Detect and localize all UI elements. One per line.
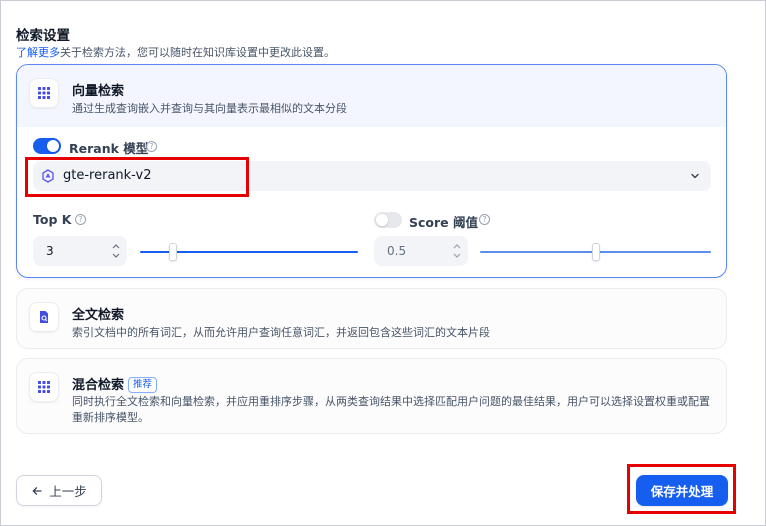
- document-search-icon: [29, 302, 59, 332]
- rerank-toggle[interactable]: [33, 138, 61, 154]
- hybrid-search-title: 混合检索 推荐: [72, 374, 158, 393]
- fulltext-search-title: 全文检索: [72, 308, 125, 323]
- save-and-process-button[interactable]: 保存并处理: [636, 475, 728, 506]
- recommended-badge: 推荐: [128, 377, 158, 393]
- chevron-down-icon: [691, 173, 699, 179]
- top-k-slider-handle[interactable]: [168, 243, 177, 261]
- rerank-help-icon[interactable]: ?: [146, 141, 157, 152]
- back-button[interactable]: 上一步: [16, 475, 102, 506]
- hybrid-search-title-text: 混合检索: [72, 378, 125, 393]
- score-threshold-slider-handle[interactable]: [591, 243, 600, 261]
- fulltext-search-description: 索引文档中的所有词汇，从而允许用户查询任意词汇，并返回包含这些词汇的文本片段: [72, 326, 490, 339]
- vector-grid-icon: [29, 78, 59, 108]
- hybrid-search-description: 同时执行全文检索和向量检索，并应用重排序步骤，从两类查询结果中选择匹配用户问题的…: [72, 395, 710, 424]
- rerank-model-select[interactable]: gte-rerank-v2: [33, 161, 711, 191]
- score-threshold-label: Score 阈值: [409, 215, 478, 230]
- score-threshold-stepper[interactable]: 0.5: [374, 236, 468, 266]
- arrow-left-icon: [32, 486, 42, 495]
- section-title: 检索设置: [16, 28, 70, 44]
- hybrid-search-card[interactable]: 混合检索 推荐 同时执行全文检索和向量检索，并应用重排序步骤，从两类查询结果中选择…: [16, 358, 727, 434]
- vector-search-description: 通过生成查询嵌入并查询与其向量表示最相似的文本分段: [72, 102, 347, 115]
- rerank-model-value: gte-rerank-v2: [63, 168, 152, 183]
- score-threshold-help-icon[interactable]: ?: [479, 214, 490, 225]
- rerank-label: Rerank 模型: [69, 141, 149, 156]
- increment-icon[interactable]: [112, 244, 120, 249]
- hybrid-grid-icon: [29, 372, 59, 402]
- section-description-text: 关于检索方法，您可以随时在知识库设置中更改此设置。: [60, 46, 335, 59]
- fulltext-search-card[interactable]: 全文检索 索引文档中的所有词汇，从而允许用户查询任意词汇，并返回包含这些词汇的文…: [16, 288, 727, 349]
- back-button-label: 上一步: [49, 484, 87, 499]
- decrement-icon[interactable]: [453, 253, 461, 258]
- increment-icon[interactable]: [453, 244, 461, 249]
- top-k-help-icon[interactable]: ?: [75, 214, 86, 225]
- learn-more-link[interactable]: 了解更多: [16, 46, 60, 59]
- model-provider-logo-icon: [42, 169, 54, 183]
- section-description: 了解更多关于检索方法，您可以随时在知识库设置中更改此设置。: [16, 44, 335, 60]
- vector-search-header[interactable]: 向量检索 通过生成查询嵌入并查询与其向量表示最相似的文本分段: [17, 65, 726, 127]
- top-k-stepper[interactable]: 3: [33, 236, 127, 266]
- decrement-icon[interactable]: [112, 253, 120, 258]
- score-threshold-value: 0.5: [387, 244, 407, 258]
- vector-search-title: 向量检索: [72, 84, 125, 99]
- top-k-value: 3: [46, 244, 54, 258]
- score-threshold-toggle[interactable]: [374, 212, 402, 228]
- top-k-label: Top K: [33, 212, 72, 227]
- vector-search-card[interactable]: 向量检索 通过生成查询嵌入并查询与其向量表示最相似的文本分段 Rerank 模型…: [16, 64, 727, 278]
